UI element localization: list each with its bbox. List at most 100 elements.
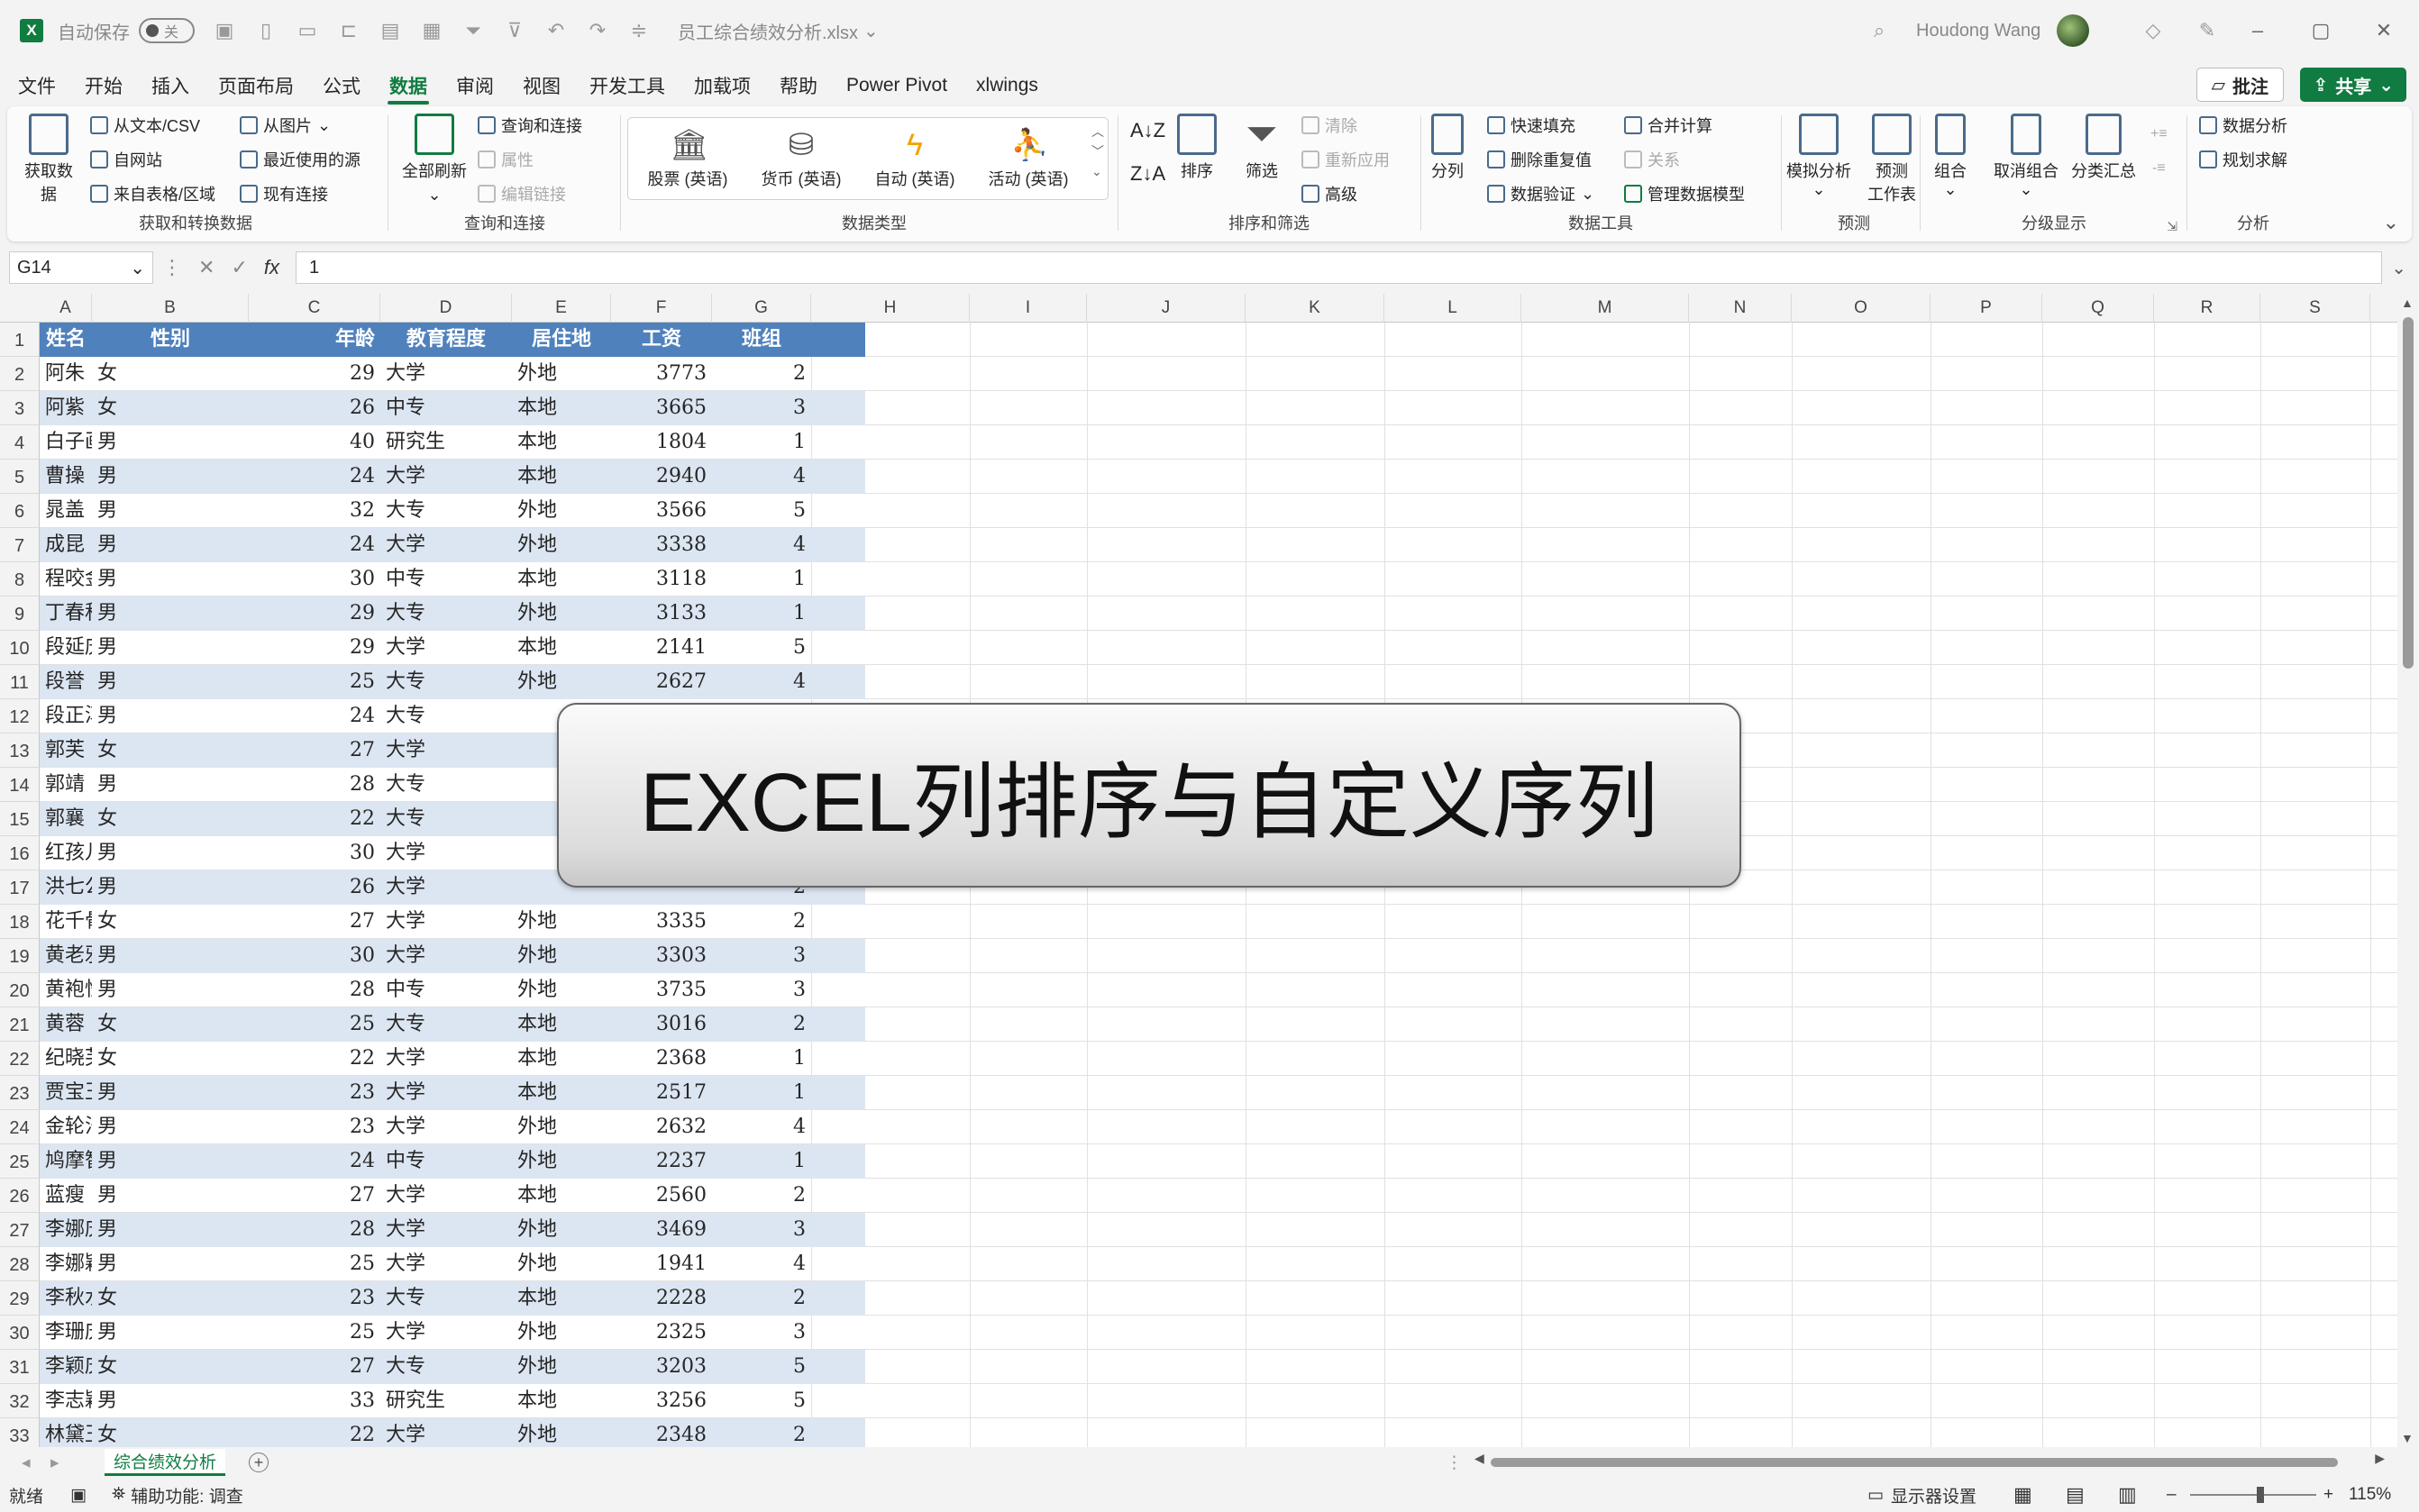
table-cell[interactable]: 22 xyxy=(249,1418,380,1447)
table-cell[interactable]: 黄老邪 xyxy=(40,939,92,973)
table-cell[interactable]: 男 xyxy=(92,1144,249,1179)
scroll-up-icon[interactable]: ▲ xyxy=(2401,296,2414,310)
file-name[interactable]: 员工综合绩效分析.xlsx xyxy=(678,18,858,44)
from-web-button[interactable]: 自网站 xyxy=(90,148,162,171)
table-cell[interactable]: 研究生 xyxy=(380,425,512,460)
table-cell[interactable]: 25 xyxy=(249,665,380,699)
table-cell[interactable]: 2 xyxy=(712,357,811,391)
row-header[interactable]: 19 xyxy=(0,939,40,973)
text-to-columns-button[interactable]: 分列 xyxy=(1431,114,1464,182)
table-cell[interactable]: 2 xyxy=(712,1281,811,1316)
table-cell[interactable]: 外地 xyxy=(512,1350,611,1384)
table-cell[interactable]: 黄蓉 xyxy=(40,1007,92,1042)
table-cell[interactable]: 男 xyxy=(92,1110,249,1144)
table-cell[interactable]: 2348 xyxy=(611,1418,712,1447)
sheet-tab-active[interactable]: 综合绩效分析 xyxy=(105,1449,226,1476)
table-cell[interactable]: 1 xyxy=(712,425,811,460)
table-cell[interactable]: 大学 xyxy=(380,1418,512,1447)
vertical-scroll-thumb[interactable] xyxy=(2403,317,2414,669)
table-cell[interactable]: 女 xyxy=(92,391,249,425)
table-cell[interactable]: 大学 xyxy=(380,631,512,665)
save-as-icon[interactable]: ▤ xyxy=(379,19,402,42)
table-cell[interactable]: 外地 xyxy=(512,1144,611,1179)
chevron-down-icon[interactable]: ⌄ xyxy=(863,20,879,42)
column-header[interactable]: E xyxy=(512,294,611,323)
from-table-button[interactable]: 来自表格/区域 xyxy=(90,182,215,205)
table-cell[interactable]: 外地 xyxy=(512,905,611,939)
table-cell[interactable]: 大学 xyxy=(380,1179,512,1213)
from-text-button[interactable]: 从文本/CSV xyxy=(90,114,200,137)
row-header[interactable]: 18 xyxy=(0,905,40,939)
table-cell[interactable]: 成昆 xyxy=(40,528,92,562)
table-cell[interactable]: 3 xyxy=(712,391,811,425)
show-hide-detail[interactable]: +≡ -≡ xyxy=(2150,117,2168,186)
table-cell[interactable]: 24 xyxy=(249,699,380,733)
table-cell[interactable]: 28 xyxy=(249,1213,380,1247)
table-cell[interactable]: 3335 xyxy=(611,905,712,939)
tab-view[interactable]: 视图 xyxy=(512,63,571,108)
table-cell[interactable]: 1 xyxy=(712,1144,811,1179)
table-cell[interactable]: 2940 xyxy=(611,460,712,494)
table-cell[interactable]: 外地 xyxy=(512,597,611,631)
ungroup-button[interactable]: 取消组合 ⌄ xyxy=(1994,114,2058,199)
row-header[interactable]: 8 xyxy=(0,562,40,597)
table-cell[interactable]: 4 xyxy=(712,665,811,699)
table-cell[interactable]: 外地 xyxy=(512,1247,611,1281)
table-cell[interactable]: 本地 xyxy=(512,1076,611,1110)
column-header[interactable]: B xyxy=(92,294,249,323)
header-cell[interactable]: 教育程度 xyxy=(380,323,512,357)
row-header[interactable]: 5 xyxy=(0,460,40,494)
existing-connections-button[interactable]: 现有连接 xyxy=(240,182,328,205)
column-header[interactable]: D xyxy=(380,294,512,323)
table-cell[interactable]: 大专 xyxy=(380,494,512,528)
row-header[interactable]: 24 xyxy=(0,1110,40,1144)
table-cell[interactable]: 3665 xyxy=(611,391,712,425)
table-cell[interactable]: 男 xyxy=(92,836,249,870)
table-cell[interactable]: 29 xyxy=(249,597,380,631)
table-cell[interactable]: 郭靖 xyxy=(40,768,92,802)
table-cell[interactable]: 黄袍怪 xyxy=(40,973,92,1007)
enter-icon[interactable]: ✓ xyxy=(231,256,247,279)
table-cell[interactable]: 1 xyxy=(712,597,811,631)
column-header[interactable]: I xyxy=(970,294,1087,323)
what-if-button[interactable]: 模拟分析 ⌄ xyxy=(1786,114,1851,199)
table-cell[interactable]: 2228 xyxy=(611,1281,712,1316)
table-cell[interactable]: 李珊庆 xyxy=(40,1316,92,1350)
table-cell[interactable]: 本地 xyxy=(512,562,611,597)
table-cell[interactable]: 阿紫 xyxy=(40,391,92,425)
column-header[interactable]: A xyxy=(40,294,92,323)
table-cell[interactable]: 3256 xyxy=(611,1384,712,1418)
table-cell[interactable]: 25 xyxy=(249,1247,380,1281)
stocks-button[interactable]: 🏛 股票 (英语) xyxy=(634,127,742,190)
column-header[interactable]: R xyxy=(2154,294,2260,323)
table-cell[interactable]: 男 xyxy=(92,1247,249,1281)
table-cell[interactable]: 2632 xyxy=(611,1110,712,1144)
table-cell[interactable]: 男 xyxy=(92,973,249,1007)
insert-function-button[interactable]: fx xyxy=(264,256,279,279)
header-cell[interactable]: 工资 xyxy=(611,323,712,357)
table-cell[interactable]: 男 xyxy=(92,425,249,460)
table-cell[interactable]: 5 xyxy=(712,1350,811,1384)
new-file-icon[interactable]: ▯ xyxy=(254,19,278,42)
page-break-view-icon[interactable]: ▥ xyxy=(2118,1483,2137,1507)
table-cell[interactable]: 李志颖 xyxy=(40,1384,92,1418)
table-cell[interactable]: 2325 xyxy=(611,1316,712,1350)
solver-button[interactable]: 规划求解 xyxy=(2199,148,2287,171)
recent-sources-button[interactable]: 最近使用的源 xyxy=(240,148,361,171)
clear-button[interactable]: 清除 xyxy=(1301,114,1357,137)
table-cell[interactable]: 贾宝玉 xyxy=(40,1076,92,1110)
table-cell[interactable]: 男 xyxy=(92,939,249,973)
row-header[interactable]: 9 xyxy=(0,597,40,631)
table-cell[interactable]: 大学 xyxy=(380,733,512,768)
table-cell[interactable]: 5 xyxy=(712,494,811,528)
table-cell[interactable]: 本地 xyxy=(512,1007,611,1042)
table-cell[interactable]: 女 xyxy=(92,1042,249,1076)
name-box[interactable]: G14 ⌄ xyxy=(9,251,153,284)
from-picture-button[interactable]: 从图片 ⌄ xyxy=(240,114,331,137)
table-cell[interactable]: 女 xyxy=(92,905,249,939)
row-header[interactable]: 7 xyxy=(0,528,40,562)
filter-button[interactable]: ⏷ 筛选 xyxy=(1246,114,1278,182)
data-validation-button[interactable]: 数据验证 ⌄ xyxy=(1487,182,1594,205)
scroll-down-icon[interactable]: ▼ xyxy=(2401,1431,2414,1445)
zoom-in-icon[interactable]: + xyxy=(2323,1485,2333,1505)
